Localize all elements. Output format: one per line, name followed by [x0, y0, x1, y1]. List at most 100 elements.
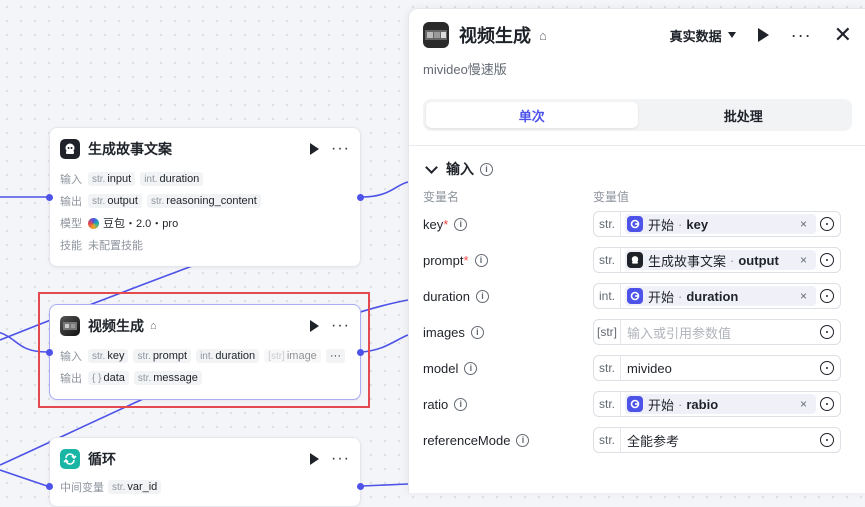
param-value-field[interactable]: str. 生成故事文案 · output ×: [593, 247, 841, 273]
variable-picker-icon[interactable]: [820, 361, 834, 375]
info-icon[interactable]: i: [516, 433, 530, 447]
param-input[interactable]: 全能参考: [627, 431, 816, 450]
node-loop[interactable]: 循环 ··· 中间变量 str. var_id: [46, 437, 364, 507]
param-name: images i: [423, 325, 593, 340]
llm-icon: [60, 139, 80, 159]
node-title: 循环: [88, 451, 116, 467]
param-input[interactable]: mivideo: [627, 361, 816, 376]
run-mode-tabs: 单次 批处理: [423, 99, 852, 131]
param-value-field[interactable]: str. 开始 · rabio ×: [593, 391, 841, 417]
ref-var-name: output: [738, 252, 779, 268]
node-video-generate[interactable]: 视频生成 ⌂ ··· 输入 str. key str. prompt int. dur…: [46, 304, 364, 400]
param-row: model i str. mivideo: [409, 350, 865, 386]
input-section-header[interactable]: 输入 i: [409, 158, 865, 180]
skill-label: 技能: [60, 240, 82, 252]
param-name: prompt * i: [423, 253, 593, 268]
info-icon[interactable]: i: [454, 397, 468, 411]
ref-separator: ·: [678, 288, 683, 304]
output-port[interactable]: [357, 483, 364, 490]
variable-picker-icon[interactable]: [820, 397, 834, 411]
variable-picker-icon[interactable]: [820, 253, 834, 267]
param-value-field[interactable]: int. 开始 · duration ×: [593, 283, 841, 309]
variable-picker-icon[interactable]: [820, 325, 834, 339]
node-generate-story[interactable]: 生成故事文案 ··· 输入 str. input int. duration 输出 …: [46, 127, 364, 267]
required-mark: *: [463, 252, 469, 268]
output-chip: str. message: [133, 371, 202, 385]
ref-node-name: 生成故事文案: [648, 253, 727, 269]
param-value-field[interactable]: str. 全能参考: [593, 427, 841, 453]
input-port[interactable]: [46, 349, 53, 356]
info-icon[interactable]: i: [474, 253, 488, 267]
variable-picker-icon[interactable]: [820, 289, 834, 303]
output-chip: str. output: [88, 194, 142, 208]
info-icon[interactable]: i: [464, 361, 478, 375]
data-source-select[interactable]: 真实数据: [670, 26, 736, 45]
type-badge: str.: [594, 248, 621, 272]
input-port[interactable]: [46, 194, 53, 201]
param-value-field[interactable]: str. mivideo: [593, 355, 841, 381]
clear-icon[interactable]: ×: [800, 217, 811, 231]
param-row: key * i str. 开始 · key ×: [409, 206, 865, 242]
param-name-text: duration: [423, 288, 470, 304]
info-icon[interactable]: i: [454, 217, 468, 231]
param-name-text: prompt: [423, 252, 464, 268]
variable-picker-icon[interactable]: [820, 433, 834, 447]
info-icon[interactable]: i: [475, 289, 489, 303]
output-port[interactable]: [357, 194, 364, 201]
type-badge: [str]: [594, 320, 621, 344]
panel-subtitle: mivideo慢速版: [423, 62, 507, 77]
param-value-field[interactable]: [str] 输入或引用参数值: [593, 319, 841, 345]
column-headers: 变量名 变量值: [409, 188, 865, 206]
node-title: 生成故事文案: [88, 141, 172, 157]
param-input[interactable]: 输入或引用参数值: [627, 323, 816, 342]
clear-icon[interactable]: ×: [800, 397, 811, 411]
more-inputs-button[interactable]: ···: [326, 349, 345, 363]
skill-value: 未配置技能: [88, 240, 143, 252]
input-port[interactable]: [46, 483, 53, 490]
close-icon[interactable]: ✕: [834, 24, 852, 46]
info-icon[interactable]: i: [470, 325, 484, 339]
param-row: prompt * i str. 生成故事文案 · output ×: [409, 242, 865, 278]
input-chip: int. duration: [196, 349, 260, 363]
param-name: referenceMode i: [423, 433, 593, 448]
output-label: 输出: [60, 196, 82, 208]
ref-var-name: rabio: [686, 396, 719, 412]
run-node-button[interactable]: [310, 453, 320, 465]
type-badge: int.: [594, 284, 621, 308]
run-node-button[interactable]: [310, 143, 320, 155]
tab-batch[interactable]: 批处理: [638, 102, 850, 128]
model-name: 豆包・2.0・pro: [103, 218, 179, 230]
type-badge: str.: [594, 428, 621, 452]
run-button[interactable]: [757, 28, 769, 42]
type-badge: str.: [594, 212, 621, 236]
more-icon[interactable]: ···: [331, 318, 350, 334]
doubao-icon: [88, 217, 99, 229]
param-name-text: referenceMode: [423, 432, 511, 448]
more-icon[interactable]: ···: [331, 141, 350, 157]
run-node-button[interactable]: [310, 320, 320, 332]
variable-picker-icon[interactable]: [820, 217, 834, 231]
more-icon[interactable]: ···: [331, 451, 350, 467]
param-name-text: ratio: [423, 396, 449, 412]
clear-icon[interactable]: ×: [800, 289, 811, 303]
variable-reference[interactable]: 开始 · rabio ×: [625, 394, 816, 414]
type-badge: str.: [594, 356, 621, 380]
start-node-icon: [627, 396, 643, 412]
info-icon[interactable]: i: [480, 162, 493, 176]
variable-reference[interactable]: 开始 · duration ×: [625, 286, 816, 306]
output-port[interactable]: [357, 349, 364, 356]
type-badge: str.: [594, 392, 621, 416]
ref-separator: ·: [730, 252, 735, 268]
clear-icon[interactable]: ×: [800, 253, 811, 267]
param-name-text: key: [423, 216, 444, 232]
output-label: 输出: [60, 373, 82, 385]
variable-reference[interactable]: 开始 · key ×: [625, 214, 816, 234]
input-chip: [str] image: [264, 349, 321, 363]
more-icon[interactable]: ···: [791, 26, 812, 44]
node-title: 视频生成: [88, 318, 144, 334]
tab-single[interactable]: 单次: [426, 102, 638, 128]
param-value-field[interactable]: str. 开始 · key ×: [593, 211, 841, 237]
var-label: 中间变量: [60, 482, 104, 494]
variable-reference[interactable]: 生成故事文案 · output ×: [625, 250, 816, 270]
model-label: 模型: [60, 218, 82, 230]
